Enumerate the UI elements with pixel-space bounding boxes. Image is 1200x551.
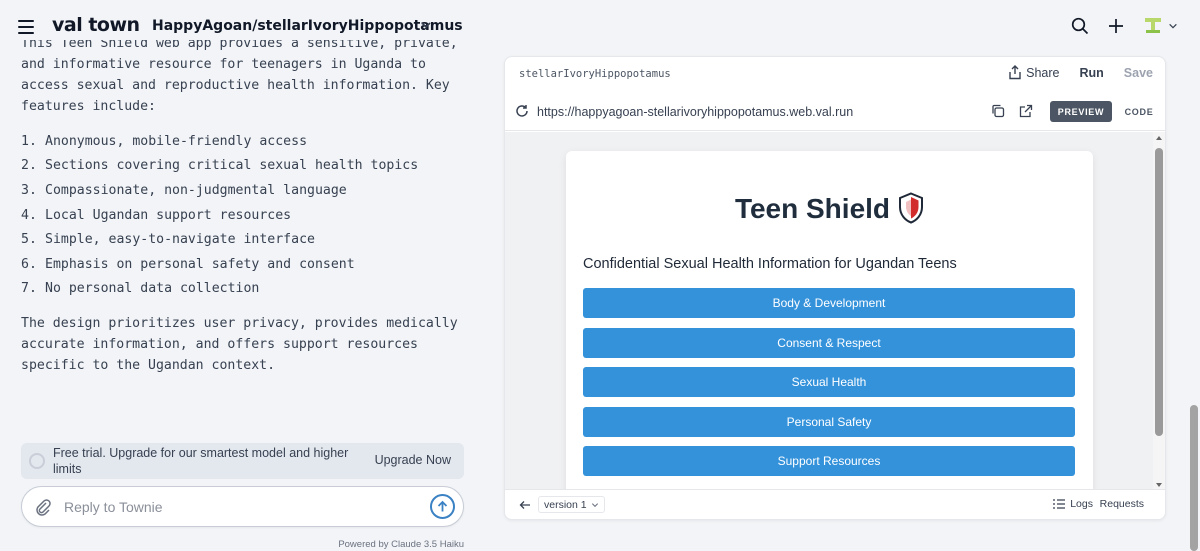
share-label: Share (1026, 65, 1060, 80)
run-button[interactable]: Run (1079, 66, 1103, 80)
powered-by: Powered by Claude 3.5 Haiku (338, 539, 464, 550)
app-title-row: Teen Shield (566, 192, 1093, 227)
topic-button-support-resources[interactable]: Support Resources (583, 446, 1075, 476)
upgrade-now-button[interactable]: Upgrade Now (375, 453, 451, 467)
list-item-text: Compassionate, non-judgmental language (45, 182, 347, 198)
list-item: 6. Emphasis on personal safety and consen… (21, 252, 490, 277)
free-trial-banner: Free trial. Upgrade for our smartest mod… (21, 443, 464, 479)
save-button[interactable]: Save (1124, 66, 1153, 80)
list-item-number: 1. (21, 133, 37, 149)
shield-icon (899, 192, 924, 224)
list-icon (1053, 499, 1066, 509)
project-title[interactable]: HappyAgoan/stellarIvoryHippopotamus (152, 18, 463, 34)
page-scroll-thumb[interactable] (1190, 405, 1198, 551)
app-title: Teen Shield (734, 193, 891, 224)
reply-input[interactable] (64, 495, 404, 519)
list-item-text: Sections covering critical sexual health… (45, 158, 419, 174)
menu-icon[interactable] (18, 20, 34, 34)
logs-button[interactable]: Logs (1053, 498, 1093, 510)
list-item: 5. Simple, easy-to-navigate interface (21, 227, 490, 252)
list-item-number: 7. (21, 281, 37, 297)
refresh-icon[interactable] (515, 104, 529, 118)
page-scrollbar[interactable] (1188, 0, 1200, 551)
version-select[interactable]: version 1 (538, 496, 605, 513)
scroll-up-arrow-icon[interactable] (1156, 136, 1162, 140)
panel-footer: version 1 Logs Requests (505, 489, 1165, 519)
url-bar: https://happyagoan-stellarivoryhippopota… (505, 93, 1165, 131)
chat-closing: The design prioritizes user privacy, pro… (21, 316, 458, 374)
loading-spinner-icon (29, 453, 45, 469)
external-link-icon[interactable] (1019, 104, 1033, 118)
search-icon[interactable] (1070, 16, 1090, 36)
list-item-text: Anonymous, mobile-friendly access (45, 133, 308, 149)
list-item-text: Local Ugandan support resources (45, 207, 292, 223)
back-arrow-icon[interactable] (519, 499, 531, 511)
list-item: 7. No personal data collection (21, 277, 490, 302)
paperclip-icon[interactable] (34, 498, 52, 516)
list-item: 4. Local Ugandan support resources (21, 203, 490, 228)
teen-shield-card: Teen Shield Confidential Sexual Health I… (566, 151, 1093, 491)
chat-transcript: This Teen Shield web app provides a sens… (0, 40, 490, 440)
preview-scrollbar[interactable] (1153, 132, 1165, 491)
list-item-text: Emphasis on personal safety and consent (45, 256, 355, 272)
scroll-down-arrow-icon[interactable] (1156, 483, 1162, 487)
list-item-number: 2. (21, 158, 37, 174)
list-item: 3. Compassionate, non-judgmental language (21, 178, 490, 203)
val-town-logo[interactable]: val town (52, 14, 140, 36)
arrow-up-icon (437, 500, 448, 512)
list-item-number: 5. (21, 232, 37, 248)
share-button[interactable]: Share (1008, 65, 1059, 80)
list-item-text: No personal data collection (45, 281, 260, 297)
list-item-text: Simple, easy-to-navigate interface (45, 232, 315, 248)
chat-intro: This Teen Shield web app provides a sens… (21, 40, 458, 114)
send-button[interactable] (430, 494, 455, 519)
val-name: stellarIvoryHippopotamus (519, 68, 671, 80)
reply-box (21, 486, 464, 527)
share-icon (1009, 65, 1021, 80)
panel-header: stellarIvoryHippopotamus Share Run Save (505, 57, 1165, 93)
chevron-down-icon (591, 502, 598, 507)
requests-button[interactable]: Requests (1100, 498, 1144, 510)
chevron-down-icon[interactable] (420, 19, 432, 31)
app-preview: Teen Shield Confidential Sexual Health I… (505, 132, 1165, 491)
list-item-number: 6. (21, 256, 37, 272)
topic-button-personal-safety[interactable]: Personal Safety (583, 407, 1075, 437)
list-item-number: 4. (21, 207, 37, 223)
topic-button-consent-respect[interactable]: Consent & Respect (583, 328, 1075, 358)
version-label: version 1 (544, 498, 587, 511)
preview-scroll-thumb[interactable] (1155, 148, 1163, 436)
preview-panel: stellarIvoryHippopotamus Share Run Save … (504, 56, 1166, 520)
list-item: 1. Anonymous, mobile-friendly access (21, 129, 490, 154)
app-subtitle: Confidential Sexual Health Information f… (583, 256, 957, 272)
feature-list: 1. Anonymous, mobile-friendly access 2. Sec… (21, 129, 490, 301)
topic-button-body-development[interactable]: Body & Development (583, 288, 1075, 318)
avatar[interactable] (1142, 15, 1164, 37)
plus-icon[interactable] (1106, 16, 1126, 36)
code-tab[interactable]: CODE (1119, 101, 1159, 122)
copy-icon[interactable] (991, 104, 1005, 118)
topic-button-sexual-health[interactable]: Sexual Health (583, 367, 1075, 397)
preview-url[interactable]: https://happyagoan-stellarivoryhippopota… (537, 105, 853, 119)
logs-label: Logs (1070, 498, 1093, 510)
avatar-chevron-icon[interactable] (1168, 21, 1178, 31)
list-item-number: 3. (21, 182, 37, 198)
list-item: 2. Sections covering critical sexual heal… (21, 154, 490, 179)
preview-tab[interactable]: PREVIEW (1050, 101, 1112, 122)
trial-text: Free trial. Upgrade for our smartest mod… (53, 446, 349, 476)
